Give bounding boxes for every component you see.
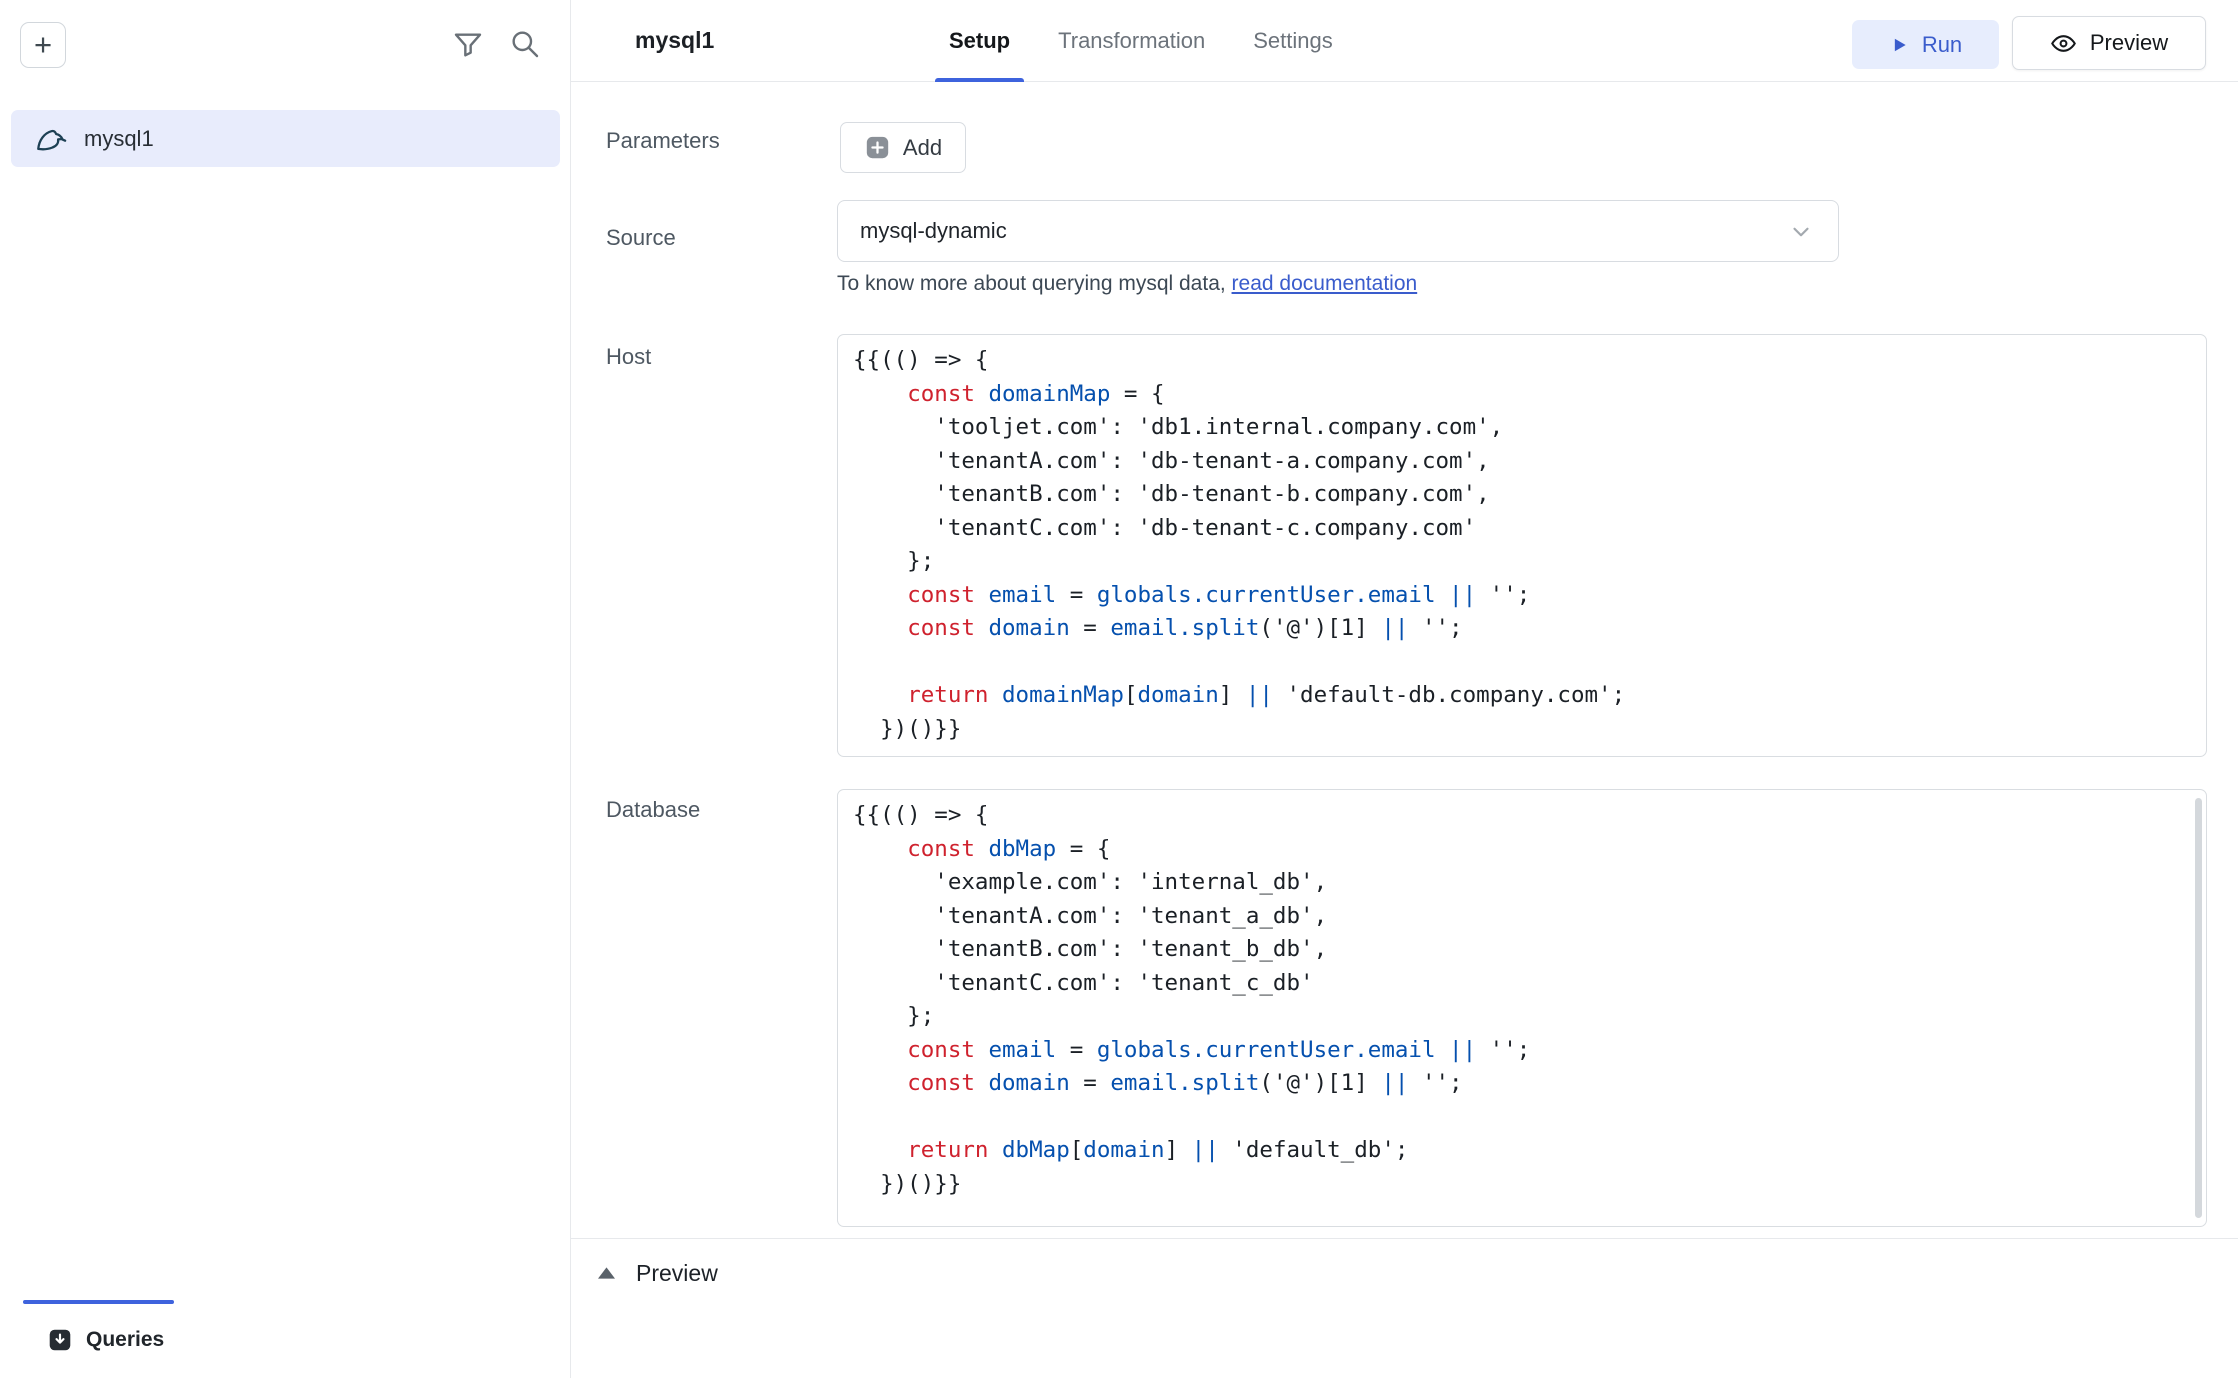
query-editor-window: + mysql1 Quer: [0, 0, 2238, 1378]
query-title: mysql1: [635, 0, 714, 81]
add-parameter-button[interactable]: Add: [840, 122, 966, 173]
source-select-value: mysql-dynamic: [860, 218, 1007, 244]
add-parameter-label: Add: [903, 135, 942, 161]
search-icon[interactable]: [509, 28, 541, 60]
host-label: Host: [606, 344, 651, 370]
mysql-icon: [34, 122, 68, 156]
add-query-button[interactable]: +: [20, 22, 66, 68]
database-code-editor[interactable]: {{(() => { const dbMap = { 'example.com'…: [837, 789, 2207, 1227]
tab-setup[interactable]: Setup: [935, 0, 1024, 82]
run-button-label: Run: [1922, 32, 1962, 58]
source-select[interactable]: mysql-dynamic: [837, 200, 1839, 262]
query-item-label: mysql1: [84, 126, 154, 152]
plus-square-icon: [864, 134, 891, 161]
run-button[interactable]: Run: [1852, 20, 1999, 69]
source-label: Source: [606, 225, 676, 251]
preview-button[interactable]: Preview: [2012, 16, 2206, 70]
query-tabs: Setup Transformation Settings: [935, 0, 1347, 82]
chevron-down-icon: [1788, 219, 1814, 245]
queries-panel-active-indicator: [23, 1300, 174, 1304]
host-code-editor[interactable]: {{(() => { const domainMap = { 'tooljet.…: [837, 334, 2207, 757]
preview-button-label: Preview: [2090, 30, 2168, 56]
query-header: mysql1 Setup Transformation Settings Run…: [571, 0, 2238, 82]
tab-transformation[interactable]: Transformation: [1044, 0, 1219, 82]
triangle-up-icon: [598, 1267, 615, 1279]
tab-settings[interactable]: Settings: [1239, 0, 1347, 82]
queries-panel-label: Queries: [86, 1328, 164, 1352]
database-label: Database: [606, 797, 700, 823]
query-list-sidebar: + mysql1 Quer: [0, 0, 571, 1378]
filter-icon[interactable]: [452, 28, 484, 60]
play-icon: [1889, 35, 1909, 55]
editor-scrollbar[interactable]: [2195, 798, 2202, 1218]
query-editor-main: mysql1 Setup Transformation Settings Run…: [571, 0, 2238, 1378]
queries-panel-toggle[interactable]: Queries: [47, 1320, 164, 1360]
parameters-label: Parameters: [606, 128, 720, 154]
eye-icon: [2050, 30, 2077, 57]
preview-panel-toggle[interactable]: Preview: [598, 1256, 718, 1290]
preview-panel-label: Preview: [636, 1260, 718, 1287]
preview-panel-divider: [571, 1238, 2238, 1239]
source-help-prefix: To know more about querying mysql data,: [837, 272, 1232, 295]
source-help-text: To know more about querying mysql data, …: [837, 272, 1417, 296]
queries-icon: [47, 1327, 73, 1353]
read-documentation-link[interactable]: read documentation: [1232, 272, 1418, 295]
query-list-item-mysql1[interactable]: mysql1: [11, 110, 560, 167]
